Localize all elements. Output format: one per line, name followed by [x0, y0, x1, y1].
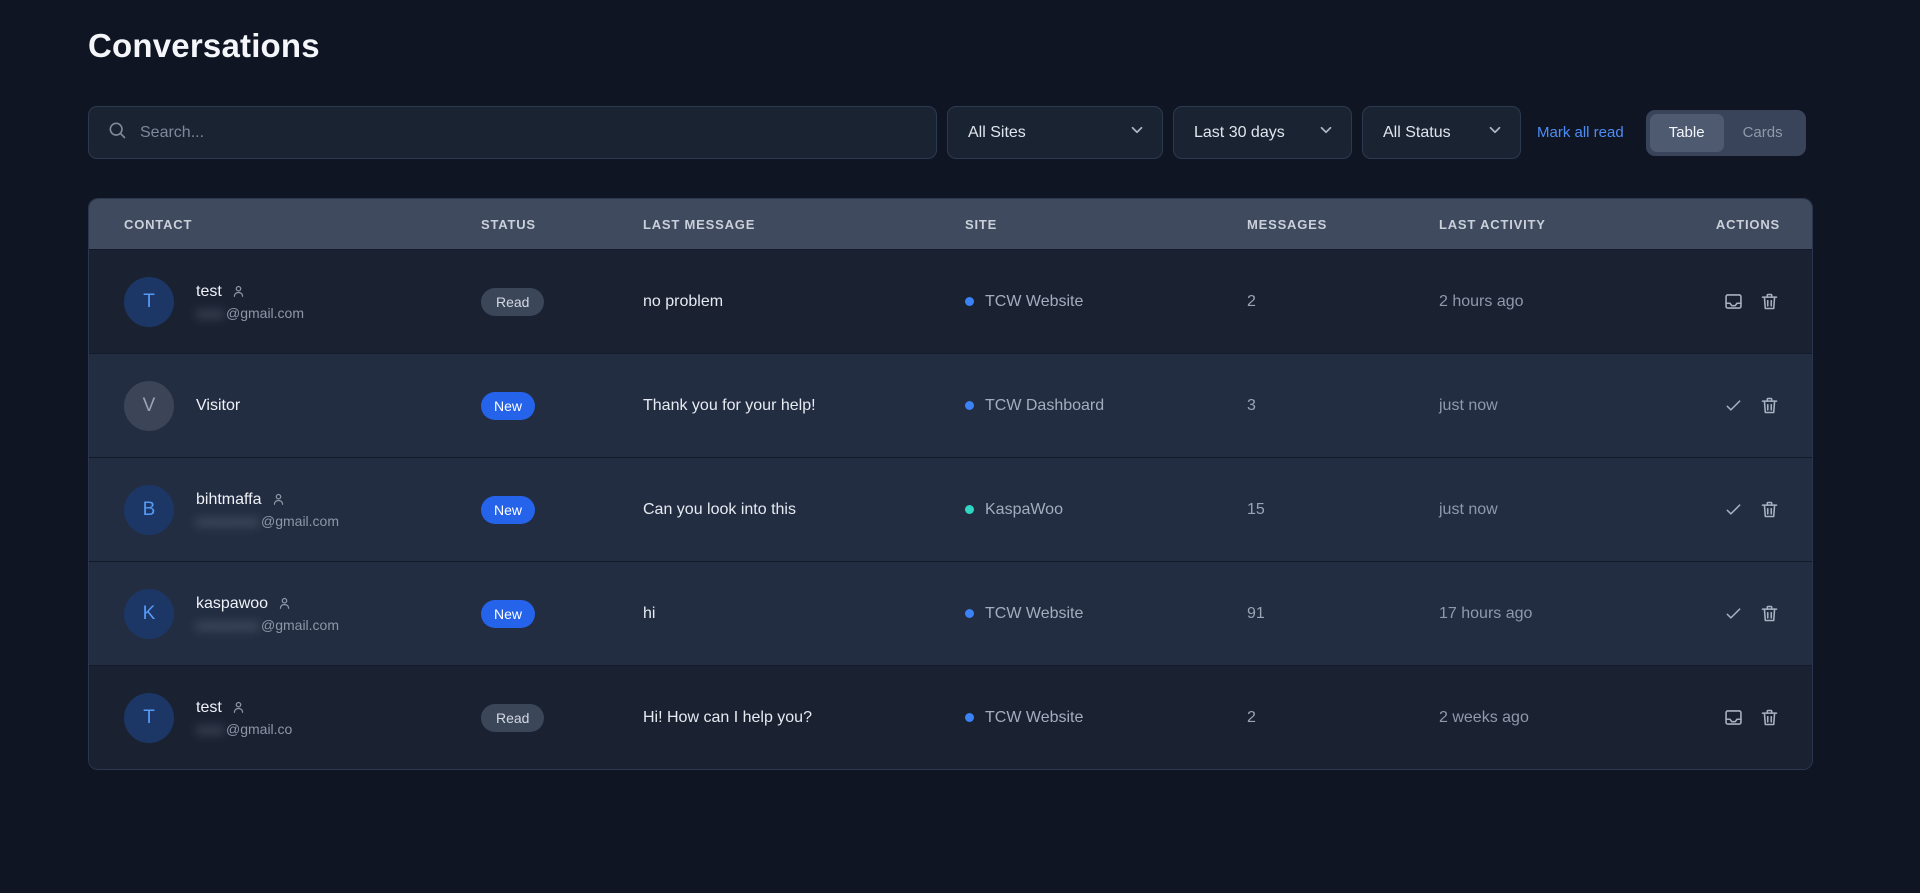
site-dot — [965, 297, 974, 306]
last-message: Thank you for your help! — [643, 397, 965, 415]
contact-email: xxxxxxxxx@gmail.com — [196, 513, 339, 529]
status-filter-label: All Status — [1383, 124, 1451, 142]
mark-all-read-link[interactable]: Mark all read — [1537, 124, 1624, 141]
message-count: 3 — [1247, 397, 1439, 415]
person-icon — [231, 284, 246, 299]
column-header-actions: ACTIONS — [1693, 217, 1780, 232]
page-title: Conversations — [88, 27, 1813, 65]
table-row[interactable]: K kaspawoo xxxxxxxxx@gmail.com New hi TC… — [89, 561, 1812, 665]
last-activity: 17 hours ago — [1439, 605, 1693, 623]
status-badge: Read — [481, 288, 544, 316]
status-badge: New — [481, 392, 535, 420]
last-message: no problem — [643, 293, 965, 311]
table-row[interactable]: T test xxxx@gmail.co Read Hi! How can I … — [89, 665, 1812, 769]
column-header-contact: CONTACT — [124, 217, 481, 232]
avatar: K — [124, 589, 174, 639]
person-icon — [231, 700, 246, 715]
search-icon — [107, 120, 127, 145]
chevron-down-icon — [1116, 121, 1146, 144]
last-message: Can you look into this — [643, 501, 965, 519]
message-count: 2 — [1247, 709, 1439, 727]
person-icon — [277, 596, 292, 611]
table-row[interactable]: B bihtmaffa xxxxxxxxx@gmail.com New Can … — [89, 457, 1812, 561]
trash-icon[interactable] — [1759, 603, 1780, 624]
view-toggle: Table Cards — [1646, 110, 1806, 156]
status-badge: New — [481, 496, 535, 524]
last-message: hi — [643, 605, 965, 623]
site-name: TCW Website — [985, 709, 1083, 727]
column-header-site: SITE — [965, 217, 1247, 232]
contact-email: xxxx@gmail.com — [196, 305, 304, 321]
chevron-down-icon — [1474, 121, 1504, 144]
avatar: B — [124, 485, 174, 535]
message-count: 2 — [1247, 293, 1439, 311]
check-icon[interactable] — [1723, 603, 1744, 624]
last-activity: just now — [1439, 501, 1693, 519]
chevron-down-icon — [1305, 121, 1335, 144]
sites-filter-dropdown[interactable]: All Sites — [947, 106, 1163, 159]
avatar: T — [124, 277, 174, 327]
last-activity: just now — [1439, 397, 1693, 415]
person-icon — [271, 492, 286, 507]
site-name: KaspaWoo — [985, 501, 1063, 519]
conversations-page: Conversations All Sites Last 30 days All… — [88, 0, 1813, 770]
contact-email: xxxxxxxxx@gmail.com — [196, 617, 339, 633]
last-activity: 2 hours ago — [1439, 293, 1693, 311]
column-header-messages: MESSAGES — [1247, 217, 1439, 232]
site-name: TCW Website — [985, 293, 1083, 311]
site-dot — [965, 401, 974, 410]
check-icon[interactable] — [1723, 395, 1744, 416]
mail-icon[interactable] — [1723, 707, 1744, 728]
toolbar: All Sites Last 30 days All Status Mark a… — [88, 106, 1813, 159]
status-filter-dropdown[interactable]: All Status — [1362, 106, 1521, 159]
last-activity: 2 weeks ago — [1439, 709, 1693, 727]
conversations-table: CONTACT STATUS LAST MESSAGE SITE MESSAGE… — [88, 198, 1813, 770]
avatar: V — [124, 381, 174, 431]
contact-name: test — [196, 699, 222, 717]
site-dot — [965, 609, 974, 618]
cards-view-button[interactable]: Cards — [1724, 114, 1802, 152]
column-header-status: STATUS — [481, 217, 643, 232]
status-badge: New — [481, 600, 535, 628]
contact-name: test — [196, 283, 222, 301]
search-input[interactable] — [140, 124, 918, 142]
site-name: TCW Website — [985, 605, 1083, 623]
contact-name: kaspawoo — [196, 595, 268, 613]
column-header-last-activity: LAST ACTIVITY — [1439, 217, 1693, 232]
trash-icon[interactable] — [1759, 499, 1780, 520]
contact-email: xxxx@gmail.co — [196, 721, 292, 737]
contact-name: bihtmaffa — [196, 491, 262, 509]
site-dot — [965, 505, 974, 514]
mail-icon[interactable] — [1723, 291, 1744, 312]
trash-icon[interactable] — [1759, 707, 1780, 728]
check-icon[interactable] — [1723, 499, 1744, 520]
trash-icon[interactable] — [1759, 395, 1780, 416]
table-view-button[interactable]: Table — [1650, 114, 1724, 152]
table-row[interactable]: T test xxxx@gmail.com Read no problem TC… — [89, 249, 1812, 353]
date-range-label: Last 30 days — [1194, 124, 1285, 142]
sites-filter-label: All Sites — [968, 124, 1026, 142]
site-name: TCW Dashboard — [985, 397, 1104, 415]
column-header-last-message: LAST MESSAGE — [643, 217, 965, 232]
message-count: 91 — [1247, 605, 1439, 623]
search-box[interactable] — [88, 106, 937, 159]
status-badge: Read — [481, 704, 544, 732]
table-row[interactable]: V Visitor New Thank you for your help! T… — [89, 353, 1812, 457]
date-range-dropdown[interactable]: Last 30 days — [1173, 106, 1352, 159]
site-dot — [965, 713, 974, 722]
message-count: 15 — [1247, 501, 1439, 519]
avatar: T — [124, 693, 174, 743]
trash-icon[interactable] — [1759, 291, 1780, 312]
last-message: Hi! How can I help you? — [643, 709, 965, 727]
table-header-row: CONTACT STATUS LAST MESSAGE SITE MESSAGE… — [89, 199, 1812, 249]
contact-name: Visitor — [196, 397, 240, 415]
